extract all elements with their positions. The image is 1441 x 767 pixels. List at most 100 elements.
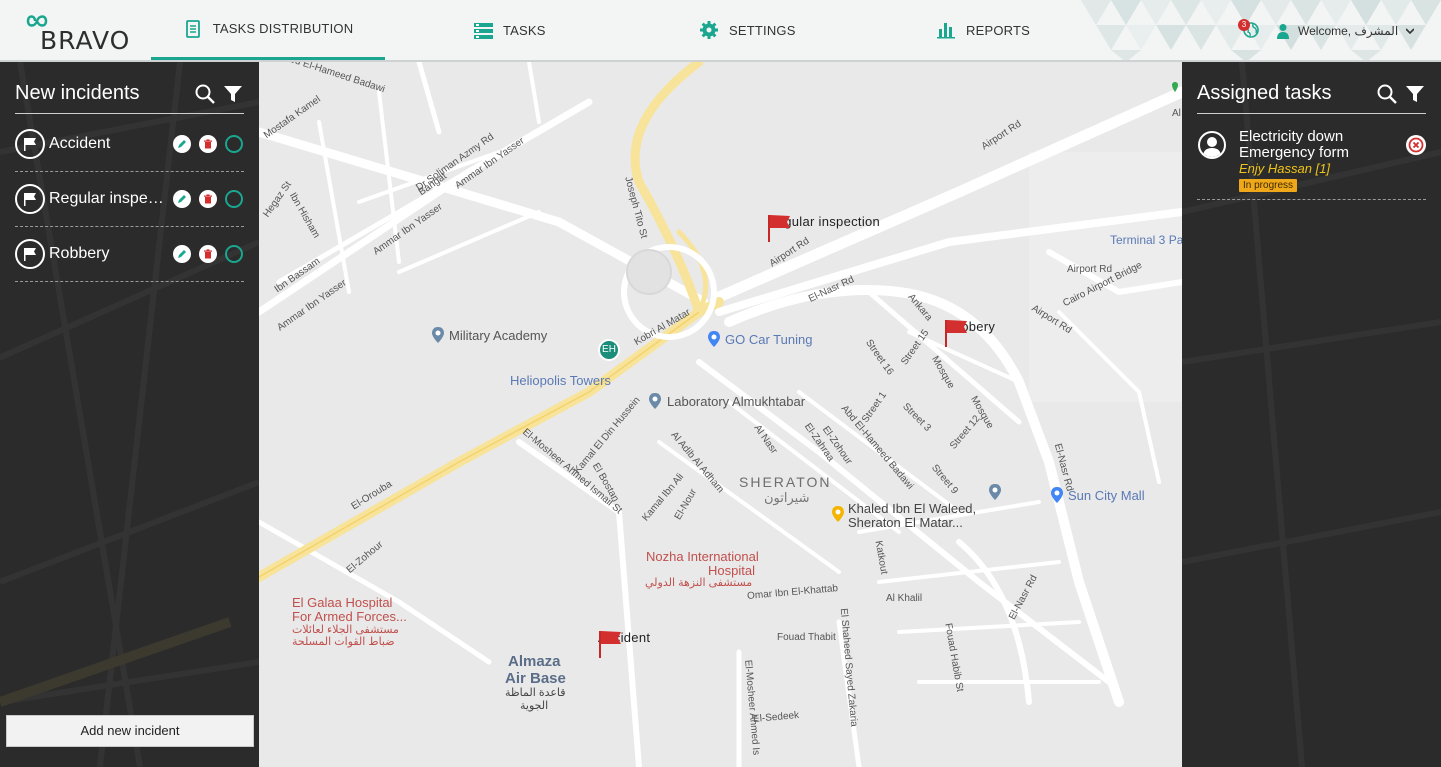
map-label: مستشفى النزهة الدولي — [645, 577, 753, 589]
tab-label: TASKS — [503, 22, 546, 38]
map-label: Khaled Ibn El Waleed, — [848, 501, 977, 516]
map-marker-regular-inspection[interactable]: Regular inspection — [767, 214, 880, 242]
map-view[interactable]: Abd El-Hameed Badawi Airport Rd Airport … — [259, 62, 1182, 767]
map-label: Military Academy — [449, 328, 548, 343]
assigned-tasks-panel: Assigned tasks Electricity down Emergenc… — [1182, 62, 1441, 767]
incident-label: Regular inspection — [49, 190, 165, 207]
user-menu[interactable]: Welcome, المشرف — [1276, 20, 1415, 42]
search-icon[interactable] — [1376, 83, 1398, 105]
list-icon — [474, 23, 493, 39]
map-label: For Armed Forces... — [292, 609, 407, 624]
close-circle-icon — [1408, 137, 1424, 153]
panel-header: Assigned tasks — [1197, 74, 1426, 114]
map-label: Al Khalil — [886, 593, 923, 604]
poi-pin-icon[interactable] — [648, 392, 662, 410]
bar-chart-icon — [937, 23, 955, 39]
map-roads — [259, 62, 1182, 767]
remove-task-button[interactable] — [1406, 135, 1426, 155]
assigned-task-item[interactable]: Electricity down Emergency form Enjy Has… — [1197, 125, 1426, 200]
tab-settings[interactable]: SETTINGS — [699, 0, 796, 60]
trash-icon — [204, 139, 212, 149]
incident-list: Accident Regular inspection — [15, 117, 244, 282]
poi-pin-icon[interactable] — [1050, 486, 1064, 504]
delete-button[interactable] — [199, 190, 217, 208]
map-label: ضباط القوات المسلحة — [292, 636, 395, 648]
task-title: Electricity down — [1239, 128, 1344, 145]
user-icon — [1277, 24, 1289, 39]
map-label: الجوية — [520, 700, 549, 712]
red-flag-icon — [768, 215, 790, 242]
task-subtitle: Emergency form — [1239, 144, 1350, 161]
flag-icon — [15, 239, 45, 269]
map-label: GO Car Tuning — [725, 332, 813, 347]
trash-icon — [204, 249, 212, 259]
tab-reports[interactable]: REPORTS — [936, 0, 1030, 60]
poi-pin-icon[interactable] — [988, 483, 1002, 501]
user-greeting: Welcome, المشرف — [1298, 24, 1399, 38]
task-assignee: Enjy Hassan [1] — [1239, 161, 1331, 176]
pencil-icon — [178, 195, 186, 203]
map-label: Air Base — [505, 670, 566, 687]
pencil-icon — [178, 250, 186, 258]
incident-item[interactable]: Accident — [15, 117, 244, 172]
poi-pin-icon[interactable] — [831, 505, 845, 523]
delete-button[interactable] — [199, 245, 217, 263]
select-radio[interactable] — [225, 135, 243, 153]
filter-icon[interactable] — [1404, 83, 1426, 105]
incident-item[interactable]: Regular inspection — [15, 172, 244, 227]
flag-icon — [15, 184, 45, 214]
pencil-icon — [178, 140, 186, 148]
delete-button[interactable] — [199, 135, 217, 153]
bravo-logo[interactable]: BRAVO — [22, 10, 132, 55]
map-label: Airport Rd — [1067, 264, 1113, 275]
map-label: قاعدة الماظة — [505, 687, 566, 699]
new-incidents-panel: New incidents Accident Regular inspecti … — [0, 62, 259, 767]
panel-title: New incidents — [15, 82, 140, 104]
poi-pin-icon[interactable] — [707, 330, 721, 348]
edit-button[interactable] — [173, 190, 191, 208]
tab-label: REPORTS — [966, 22, 1031, 38]
map-label: Nozha International — [646, 549, 759, 564]
top-navigation-bar: BRAVO TASKS DISTRIBUTION TASKS SETTINGS … — [0, 0, 1441, 62]
tab-tasks-distribution[interactable]: TASKS DISTRIBUTION — [151, 0, 385, 60]
select-radio[interactable] — [225, 190, 243, 208]
select-radio[interactable] — [225, 245, 243, 263]
map-label: Sun City Mall — [1068, 488, 1145, 503]
map-label: شيراتون — [764, 490, 810, 505]
red-flag-icon — [599, 631, 621, 658]
avatar — [1198, 131, 1226, 159]
flag-icon — [15, 129, 45, 159]
poi-pin-icon[interactable] — [431, 326, 445, 344]
panel-title: Assigned tasks — [1197, 82, 1332, 104]
add-new-incident-button[interactable]: Add new incident — [6, 715, 254, 747]
eh-map-badge[interactable]: EH — [598, 339, 620, 361]
tab-label: TASKS DISTRIBUTION — [212, 21, 354, 36]
edit-button[interactable] — [173, 135, 191, 153]
clipboard-icon — [185, 19, 200, 38]
filter-icon[interactable] — [222, 83, 244, 105]
map-label: El Galaa Hospital — [292, 595, 393, 610]
notification-count-badge: 3 — [1238, 19, 1250, 31]
map-label: Heliopolis Towers — [510, 373, 611, 388]
map-marker-robbery[interactable]: Robbery — [944, 319, 995, 347]
map-label: Sheraton El Matar... — [848, 515, 963, 530]
tab-label: SETTINGS — [729, 22, 796, 38]
search-icon[interactable] — [194, 83, 216, 105]
map-label: Terminal 3 Parking Area — [1110, 233, 1182, 247]
incident-item[interactable]: Robbery — [15, 227, 244, 282]
tab-tasks[interactable]: TASKS — [473, 0, 546, 60]
gear-icon — [700, 21, 718, 39]
status-badge: In progress — [1239, 179, 1298, 192]
chevron-down-icon — [1406, 28, 1415, 34]
map-label: Al M — [1172, 108, 1182, 119]
trash-icon — [204, 194, 212, 204]
map-label: SHERATON — [739, 474, 832, 490]
red-flag-icon — [945, 320, 967, 347]
edit-button[interactable] — [173, 245, 191, 263]
user-icon — [1203, 137, 1221, 157]
map-marker-accident[interactable]: Accident — [598, 630, 650, 658]
incident-label: Robbery — [49, 245, 110, 262]
incident-label: Accident — [49, 135, 111, 152]
map-label: Laboratory Almukhtabar — [667, 394, 806, 409]
panel-header: New incidents — [15, 74, 244, 114]
